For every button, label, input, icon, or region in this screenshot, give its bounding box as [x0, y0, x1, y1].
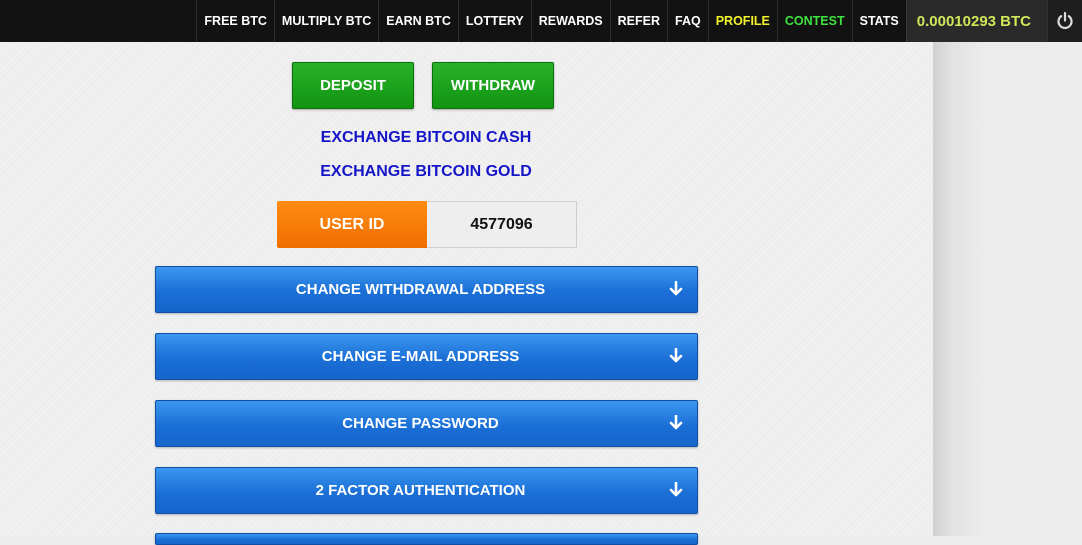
arrow-down-icon: [669, 281, 683, 296]
nav-earn-btc[interactable]: EARN BTC: [378, 0, 458, 42]
withdraw-button[interactable]: WITHDRAW: [432, 62, 554, 109]
accordion-label: 2 FACTOR AUTHENTICATION: [315, 482, 526, 499]
arrow-down-icon: [669, 415, 683, 430]
change-withdrawal-address-toggle[interactable]: CHANGE WITHDRAWAL ADDRESS: [155, 266, 698, 313]
power-icon: [1057, 11, 1073, 30]
nav-contest[interactable]: CONTEST: [776, 0, 852, 42]
arrow-down-icon: [669, 482, 683, 497]
arrow-down-icon: [669, 348, 683, 363]
top-navigation-bar: FREE BTC MULTIPLY BTC EARN BTC LOTTERY R…: [0, 0, 1082, 42]
exchange-bitcoin-gold-link[interactable]: EXCHANGE BITCOIN GOLD: [0, 163, 852, 181]
nav-stats[interactable]: STATS: [851, 0, 906, 42]
accordion-label: CHANGE WITHDRAWAL ADDRESS: [295, 281, 546, 298]
deposit-button[interactable]: DEPOSIT: [292, 62, 414, 109]
nav-profile[interactable]: PROFILE: [707, 0, 777, 42]
change-password-toggle[interactable]: CHANGE PASSWORD: [155, 400, 698, 447]
change-email-address-toggle[interactable]: CHANGE E-MAIL ADDRESS: [155, 333, 698, 380]
nav-lottery[interactable]: LOTTERY: [457, 0, 531, 42]
accordion-label: CHANGE E-MAIL ADDRESS: [321, 348, 520, 365]
nav-rewards[interactable]: REWARDS: [530, 0, 610, 42]
accordion-label: CHANGE PASSWORD: [342, 415, 499, 432]
balance-display: 0.00010293 BTC: [905, 0, 1047, 42]
two-factor-authentication-toggle[interactable]: 2 FACTOR AUTHENTICATION: [155, 467, 698, 514]
nav-faq[interactable]: FAQ: [667, 0, 708, 42]
exchange-bitcoin-cash-link[interactable]: EXCHANGE BITCOIN CASH: [0, 129, 852, 147]
user-id-value: 4577096: [427, 201, 577, 248]
nav-refer[interactable]: REFER: [609, 0, 667, 42]
nav-free-btc[interactable]: FREE BTC: [196, 0, 274, 42]
side-background: [933, 42, 1082, 536]
nav-multiply-btc[interactable]: MULTIPLY BTC: [273, 0, 378, 42]
user-id-label: USER ID: [277, 201, 427, 248]
next-accordion-bar[interactable]: [155, 533, 698, 545]
logout-button[interactable]: [1047, 0, 1082, 42]
